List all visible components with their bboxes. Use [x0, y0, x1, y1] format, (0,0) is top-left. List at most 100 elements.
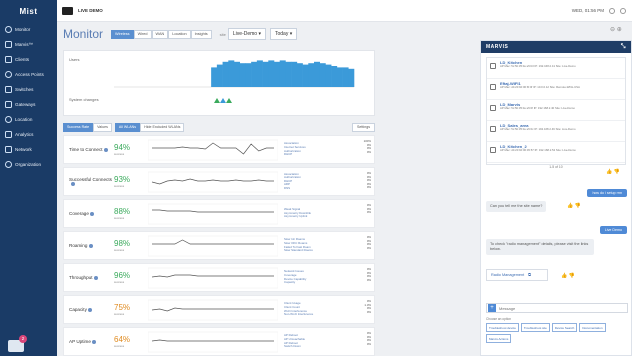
help-icon[interactable] — [620, 7, 626, 14]
plus-icon[interactable]: + — [488, 304, 496, 312]
sle-row[interactable]: AP Uptime 64% success AP Reboot AP Unreach… — [63, 327, 375, 356]
sle-reason[interactable]: DHCP — [284, 152, 370, 157]
result-detail: AP Mac: 5c:5b:35:0e:e5:0f IP: 192.168.2.… — [500, 106, 575, 110]
search-result[interactable]: LD_Marvis AP Mac: 5c:5b:35:0e:e5:0f IP: … — [487, 100, 625, 121]
sle-line-chart[interactable] — [148, 139, 278, 161]
bot-message: Can you tell me the site name? — [486, 201, 547, 212]
users-bar — [268, 60, 275, 87]
users-chart[interactable] — [64, 51, 374, 115]
sle-name[interactable]: AP Uptime — [64, 339, 114, 344]
user-icon[interactable] — [609, 7, 615, 14]
search-result[interactable]: LD_Sales_area AP Mac: 5c:5b:35:0e:e5:0c … — [487, 121, 625, 142]
site-select[interactable]: Live-Demo ▾ — [227, 28, 266, 40]
sle-row[interactable]: Capacity 75% success Client Usage Client C… — [63, 295, 375, 324]
tab-wireless[interactable]: Wireless — [111, 29, 134, 39]
sle-reasons: Association Internet Services Authorizatio… — [284, 142, 370, 156]
users-bar — [245, 63, 252, 87]
sidebar-item-marvis[interactable]: Marvis™ — [0, 37, 57, 52]
top-right: WED, 01:56 PM — [572, 7, 626, 14]
sle-name[interactable]: Capacity — [64, 307, 114, 312]
option-button[interactable]: Troubleshoot device — [486, 323, 519, 332]
sle-line-chart[interactable] — [148, 267, 278, 289]
option-button[interactable]: Documentation — [579, 323, 606, 332]
sidebar-item-switches[interactable]: Switches — [0, 82, 57, 97]
sle-row[interactable]: Successful Connects 93% success Associati… — [63, 167, 375, 196]
expand-icon[interactable]: ⤡ — [621, 44, 626, 51]
sle-reason[interactable]: Switch Down — [284, 344, 370, 349]
sidebar-item-location[interactable]: Location — [0, 112, 57, 127]
thumbs-icons[interactable]: 👍 👎 — [606, 169, 620, 175]
success-rate-button[interactable]: Success Rate — [63, 122, 94, 132]
values-button[interactable]: Values — [93, 122, 112, 132]
sle-line-chart[interactable] — [148, 203, 278, 225]
result-body: LD_Kitchen_2 AP Mac: d4:20:b0:00:45:57 I… — [500, 144, 576, 160]
hide-excluded-button[interactable]: Hide Excluded WLANs — [140, 122, 185, 132]
search-result[interactable]: Eftaj-WIFI1 AP Mac: d4:20:b0:00:f0:0f IP… — [487, 79, 625, 100]
sidebar-item-organization[interactable]: Organization — [0, 157, 57, 172]
sle-reason[interactable]: Asymmetry Uplink — [284, 215, 370, 219]
results-pager[interactable]: 1-5 of 10 — [487, 165, 625, 169]
sle-series-line — [152, 239, 274, 244]
sle-name[interactable]: Roaming — [64, 243, 114, 248]
sle-row[interactable]: Time to Connect 94% success Association In… — [63, 135, 375, 164]
sle-line-chart[interactable] — [148, 299, 278, 321]
info-icon[interactable] — [94, 275, 98, 280]
sle-reason[interactable]: DNS — [284, 186, 370, 191]
message-input[interactable] — [499, 305, 609, 311]
sle-reason[interactable]: Non-Wi-Fi Interference — [284, 312, 370, 317]
system-change-marker[interactable] — [226, 98, 232, 103]
sle-reason[interactable]: Slow Standard Roams — [284, 248, 370, 253]
result-detail: AP Mac: d4:20:b0:00:45:57 IP: 192.168.2.… — [500, 148, 576, 152]
sle-name[interactable]: Time to Connect — [64, 147, 114, 152]
option-button[interactable]: Troubleshoot site — [520, 323, 550, 332]
settings-button[interactable]: Settings — [352, 122, 375, 132]
info-icon[interactable] — [104, 147, 109, 152]
thumbs-icons[interactable]: 👍 👎 — [561, 273, 575, 279]
sle-row[interactable]: Coverage 88% success Weak Signal Asymmetry… — [63, 199, 375, 228]
system-change-marker[interactable] — [214, 98, 220, 103]
help-button[interactable]: 2 — [8, 335, 28, 352]
sidebar-item-label: Access Points — [15, 72, 44, 77]
sidebar-item-monitor[interactable]: Monitor — [0, 22, 57, 37]
sle-name[interactable]: Coverage — [64, 211, 114, 216]
sle-name[interactable]: Throughput — [64, 275, 114, 280]
zoom-icons[interactable]: ⊖ ⊕ — [610, 26, 622, 33]
sidebar-item-analytics[interactable]: Analytics — [0, 127, 57, 142]
sidebar-item-label: Marvis™ — [15, 42, 34, 47]
info-icon[interactable] — [88, 243, 93, 248]
radio-management-link[interactable]: Radio Management ⧉ — [486, 269, 548, 281]
option-button[interactable]: Marvis Actions — [486, 334, 512, 343]
link-label: Radio Management — [491, 273, 525, 277]
sidebar-item-label: Network — [15, 147, 32, 152]
info-icon[interactable] — [90, 211, 95, 216]
sle-line-chart[interactable] — [148, 331, 278, 353]
sidebar-item-label: Clients — [15, 57, 30, 62]
sle-row[interactable]: Throughput 96% success Network Issues Cove… — [63, 263, 375, 292]
thumbs-icons[interactable]: 👍 👎 — [567, 203, 581, 209]
sle-line-chart[interactable] — [148, 235, 278, 257]
sidebar-item-gateways[interactable]: Gateways — [0, 97, 57, 112]
sidebar-item-access-points[interactable]: Access Points — [0, 67, 57, 82]
sle-row[interactable]: Roaming 98% success Slow 11r Roams Slow OK… — [63, 231, 375, 260]
sidebar-item-clients[interactable]: Clients — [0, 52, 57, 67]
info-icon[interactable] — [92, 339, 97, 344]
sle-line-chart[interactable] — [148, 171, 278, 193]
tab-location[interactable]: Location — [168, 29, 191, 39]
search-result[interactable]: LD_Kitchen_2 AP Mac: d4:20:b0:00:45:57 I… — [487, 142, 625, 163]
range-select[interactable]: Today ▾ — [269, 28, 298, 40]
info-icon[interactable] — [70, 182, 75, 187]
all-wlans-button[interactable]: All WLANs — [114, 122, 141, 132]
sle-reason[interactable]: Capacity — [284, 280, 370, 285]
info-icon[interactable] — [88, 307, 93, 312]
option-button[interactable]: Device Search — [551, 323, 578, 332]
sle-reasons: Association Authorization DHCP ARP DNS — [284, 172, 370, 191]
sidebar-item-network[interactable]: Network — [0, 142, 57, 157]
tab-wan[interactable]: WAN — [151, 29, 169, 39]
mist-logo[interactable]: Mist — [0, 0, 57, 22]
org-name[interactable]: LIVE DEMO — [78, 8, 103, 13]
search-result[interactable]: LD_Kitchen AP Mac: 5c:5b:35:0e:e5:b3 IP:… — [487, 58, 625, 79]
tab-wired[interactable]: Wired — [133, 29, 152, 39]
tab-insights[interactable]: Insights — [190, 29, 212, 39]
system-change-marker[interactable] — [220, 98, 226, 103]
sle-name[interactable]: Successful Connects — [64, 177, 114, 187]
